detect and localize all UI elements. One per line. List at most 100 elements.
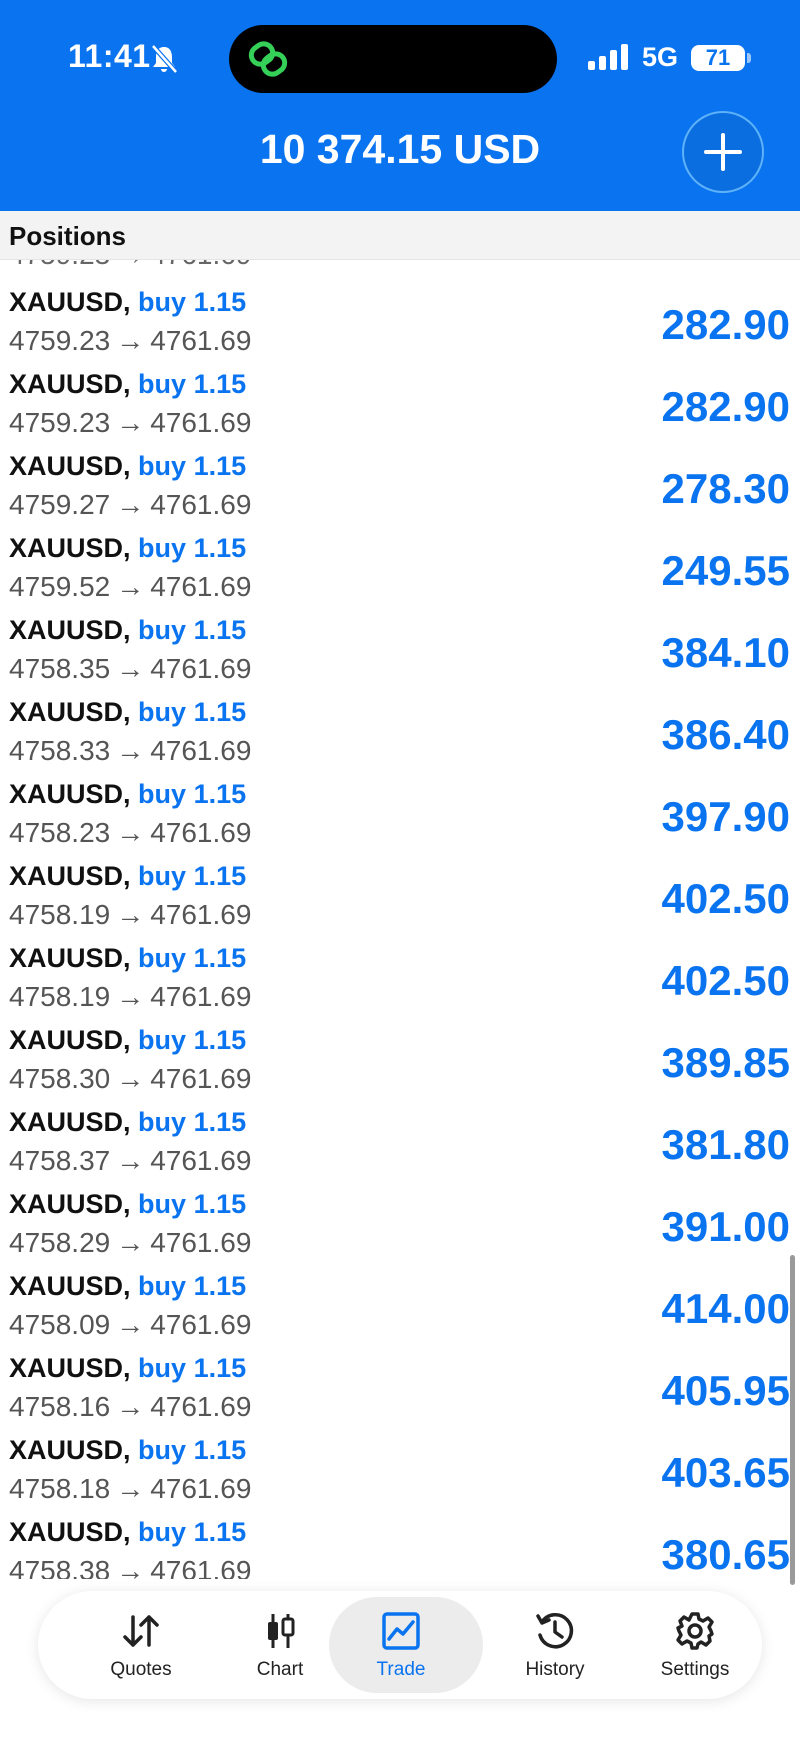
position-title: XAUUSD, buy 1.15 (9, 615, 246, 646)
position-prices: 4758.16 → 4761.69 (9, 1391, 251, 1423)
current-price: 4761.69 (150, 1227, 252, 1258)
position-prices: 4758.38 → 4761.69 (9, 1555, 251, 1579)
position-side: buy (138, 1271, 187, 1301)
position-side: buy (138, 533, 187, 563)
position-side: buy (138, 779, 187, 809)
position-volume: 1.15 (193, 1189, 247, 1219)
network-type: 5G (642, 42, 679, 72)
positions-list[interactable]: 4759.23→4761.69 XAUUSD, buy 1.154759.23→… (0, 259, 800, 1579)
position-volume: 1.15 (193, 861, 247, 891)
position-volume: 1.15 (193, 697, 247, 727)
new-order-button[interactable] (684, 113, 762, 191)
position-row[interactable]: XAUUSD, buy 1.15 4759.23 → 4761.69 282.90 (0, 283, 800, 365)
position-side: buy (138, 1025, 187, 1055)
position-side: buy (138, 287, 187, 317)
candlestick-icon (268, 1614, 295, 1648)
open-price: 4759.27 (9, 489, 111, 520)
position-volume: 1.15 (193, 943, 247, 973)
position-prices: 4758.18 → 4761.69 (9, 1473, 251, 1505)
scrollbar[interactable] (790, 1255, 795, 1585)
position-profit: 384.10 (661, 629, 790, 676)
position-profit: 405.95 (661, 1367, 790, 1414)
open-price: 4758.35 (9, 653, 111, 684)
position-prices: 4758.19 → 4761.69 (9, 981, 251, 1013)
position-volume: 1.15 (193, 1025, 247, 1055)
position-row[interactable]: XAUUSD, buy 1.15 4759.27 → 4761.69 278.30 (0, 447, 800, 529)
position-side: buy (138, 451, 187, 481)
battery-icon: 71 (691, 45, 745, 71)
position-profit: 249.55 (661, 547, 790, 594)
position-title: XAUUSD, buy 1.15 (9, 1353, 246, 1384)
position-side: buy (138, 1353, 187, 1383)
account-balance: 10 374.15 USD (259, 126, 541, 172)
position-title: XAUUSD, buy 1.15 (9, 779, 246, 810)
position-row[interactable]: XAUUSD, buy 1.15 4759.52 → 4761.69 249.55 (0, 529, 800, 611)
silent-bell-icon (150, 44, 178, 79)
position-side: buy (138, 697, 187, 727)
position-title: XAUUSD, buy 1.15 (9, 1435, 246, 1466)
section-title: Positions (9, 221, 127, 251)
position-volume: 1.15 (193, 1517, 247, 1547)
price-arrow-icon: → (116, 1145, 145, 1176)
position-title: XAUUSD, buy 1.15 (9, 451, 246, 482)
position-row[interactable]: XAUUSD, buy 1.15 4758.37 → 4761.69 381.80 (0, 1103, 800, 1185)
open-price: 4759.23 (9, 325, 111, 356)
position-profit: 402.50 (661, 875, 790, 922)
open-price: 4759.23 (9, 407, 111, 438)
tab-trade[interactable]: Trade (329, 1591, 483, 1699)
position-side: buy (138, 1435, 187, 1465)
quotes-arrows-icon (123, 1615, 159, 1647)
current-price: 4761.69 (150, 571, 252, 602)
price-arrow-icon: → (116, 1391, 145, 1422)
current-price: 4761.69 (150, 407, 252, 438)
price-arrow-icon: → (116, 407, 145, 438)
tab-quotes[interactable]: Quotes (71, 1591, 211, 1699)
position-volume: 1.15 (193, 615, 247, 645)
position-profit: 386.40 (661, 711, 790, 758)
open-price: 4758.29 (9, 1227, 111, 1258)
position-row[interactable]: XAUUSD, buy 1.15 4758.09 → 4761.69 414.00 (0, 1267, 800, 1349)
position-symbol: XAUUSD, (9, 1189, 131, 1219)
position-volume: 1.15 (193, 1107, 247, 1137)
position-row[interactable]: XAUUSD, buy 1.15 4758.19 → 4761.69 402.50 (0, 857, 800, 939)
position-title: XAUUSD, buy 1.15 (9, 1107, 246, 1138)
position-symbol: XAUUSD, (9, 287, 131, 317)
position-row[interactable]: XAUUSD, buy 1.15 4758.38 → 4761.69 380.65 (0, 1513, 800, 1579)
position-side: buy (138, 1189, 187, 1219)
tab-label: History (525, 1659, 585, 1680)
position-symbol: XAUUSD, (9, 1271, 131, 1301)
tab-label: Settings (660, 1659, 730, 1680)
position-row[interactable]: XAUUSD, buy 1.15 4758.19 → 4761.69 402.50 (0, 939, 800, 1021)
position-row[interactable]: XAUUSD, buy 1.15 4758.23 → 4761.69 397.90 (0, 775, 800, 857)
position-volume: 1.15 (193, 1353, 247, 1383)
position-profit: 381.80 (661, 1121, 790, 1168)
position-title: XAUUSD, buy 1.15 (9, 943, 246, 974)
position-row[interactable]: XAUUSD, buy 1.15 4758.35 → 4761.69 384.10 (0, 611, 800, 693)
current-price: 4761.69 (150, 899, 252, 930)
tab-settings[interactable]: Settings (625, 1591, 765, 1699)
position-row[interactable]: XAUUSD, buy 1.15 4758.33 → 4761.69 386.40 (0, 693, 800, 775)
current-price: 4761.69 (150, 1063, 252, 1094)
current-price: 4761.69 (150, 489, 252, 520)
position-row[interactable]: XAUUSD, buy 1.15 4759.23 → 4761.69 282.90 (0, 365, 800, 447)
open-price: 4758.38 (9, 1555, 111, 1579)
open-price: 4758.30 (9, 1063, 111, 1094)
position-row[interactable]: XAUUSD, buy 1.15 4758.18 → 4761.69 403.65 (0, 1431, 800, 1513)
position-row[interactable]: XAUUSD, buy 1.15 4758.30 → 4761.69 389.85 (0, 1021, 800, 1103)
position-row[interactable]: XAUUSD, buy 1.15 4758.16 → 4761.69 405.95 (0, 1349, 800, 1431)
tab-label: Quotes (110, 1659, 172, 1680)
position-prices: 4759.27 → 4761.69 (9, 489, 251, 521)
position-side: buy (138, 943, 187, 973)
tab-history[interactable]: History (485, 1591, 625, 1699)
position-profit: 397.90 (661, 793, 790, 840)
position-title: XAUUSD, buy 1.15 (9, 287, 246, 318)
position-symbol: XAUUSD, (9, 451, 131, 481)
position-symbol: XAUUSD, (9, 943, 131, 973)
open-price: 4758.16 (9, 1391, 111, 1422)
position-symbol: XAUUSD, (9, 369, 131, 399)
position-row[interactable]: XAUUSD, buy 1.15 4758.29 → 4761.69 391.00 (0, 1185, 800, 1267)
open-price: 4758.19 (9, 899, 111, 930)
current-price: 4761.69 (150, 1473, 252, 1504)
current-price: 4761.69 (150, 735, 252, 766)
position-title: XAUUSD, buy 1.15 (9, 1271, 246, 1302)
